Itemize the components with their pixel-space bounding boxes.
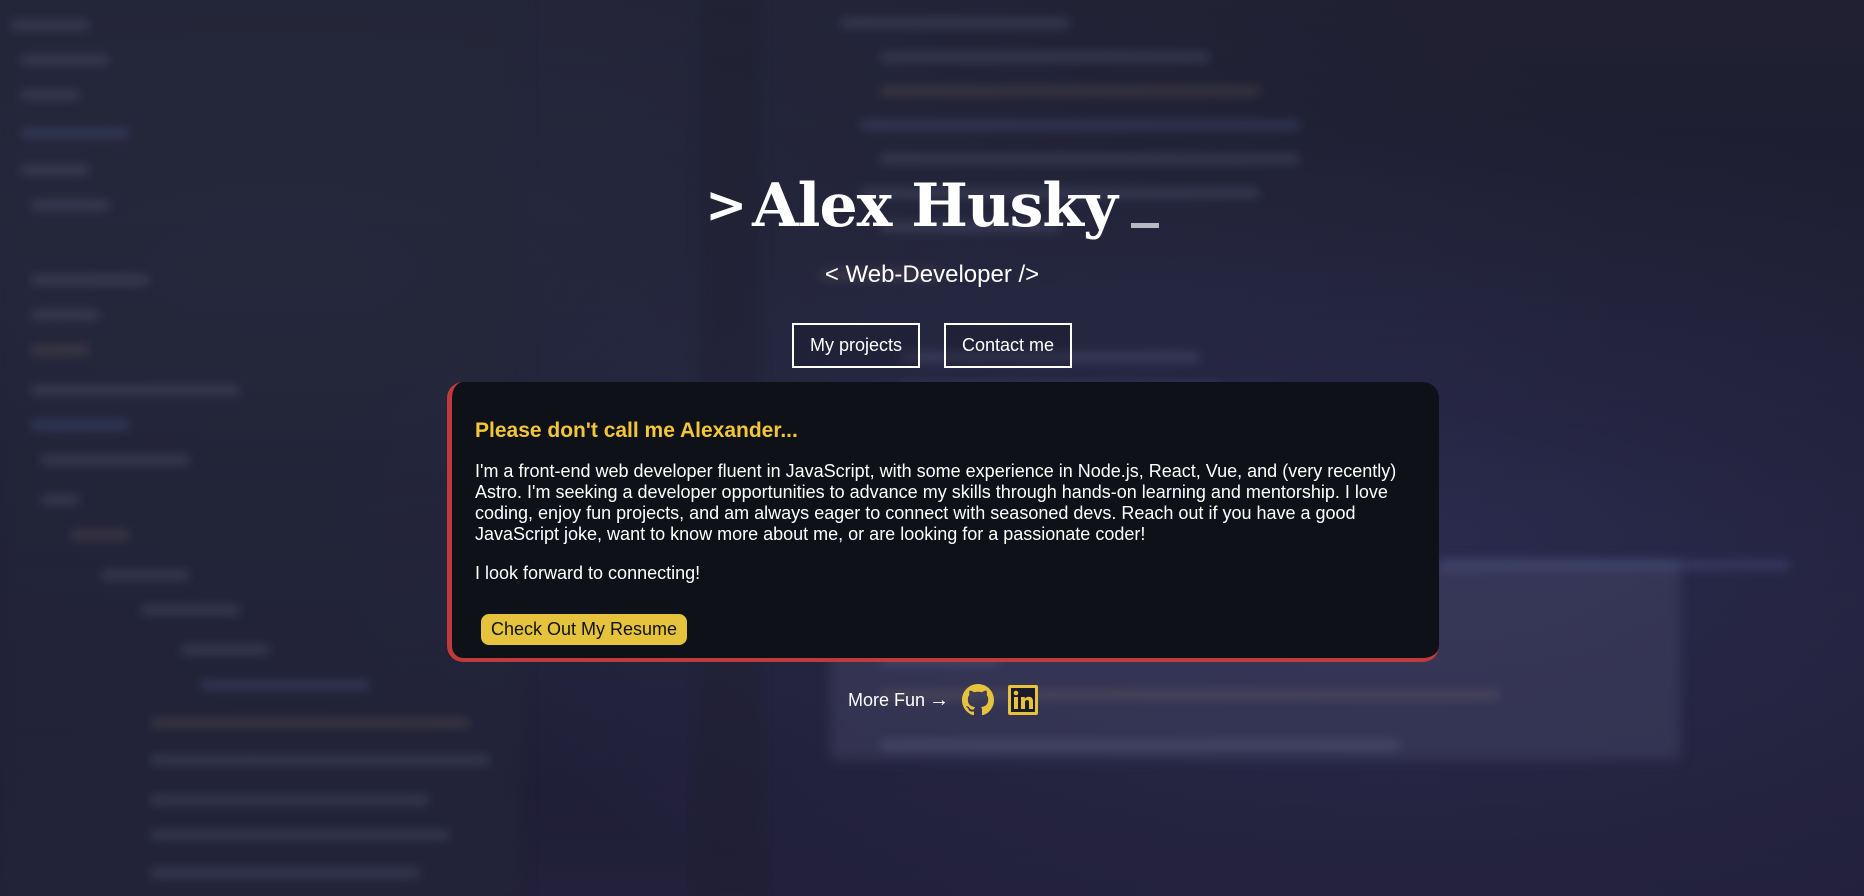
hero-section: > Alex Husky < Web-Developer /> My projec… (0, 0, 1864, 896)
name-text: Alex Husky (752, 171, 1118, 241)
about-heading: Please don't call me Alexander... (475, 419, 798, 442)
my-projects-button[interactable]: My projects (791, 323, 920, 368)
contact-me-button[interactable]: Contact me (943, 323, 1073, 368)
about-card: Please don't call me Alexander... I'm a … (447, 382, 1439, 662)
resume-button[interactable]: Check Out My Resume (481, 614, 688, 645)
page-title: > Alex Husky (0, 170, 1864, 241)
more-fun-label: More Fun (848, 689, 926, 710)
job-subtitle: < Web-Developer /> (824, 261, 1040, 288)
action-buttons: My projects Contact me (0, 323, 1864, 368)
about-paragraph: I'm a front-end web developer fluent in … (475, 461, 1397, 544)
cursor-icon (1130, 223, 1159, 228)
closing-paragraph: I look forward to connecting! (475, 563, 701, 583)
more-fun-links: More Fun → (848, 683, 1039, 717)
linkedin-icon[interactable] (1007, 684, 1039, 716)
arrow-right-icon: → (929, 688, 950, 711)
github-icon[interactable] (962, 684, 995, 716)
prompt-icon: > (705, 176, 747, 234)
